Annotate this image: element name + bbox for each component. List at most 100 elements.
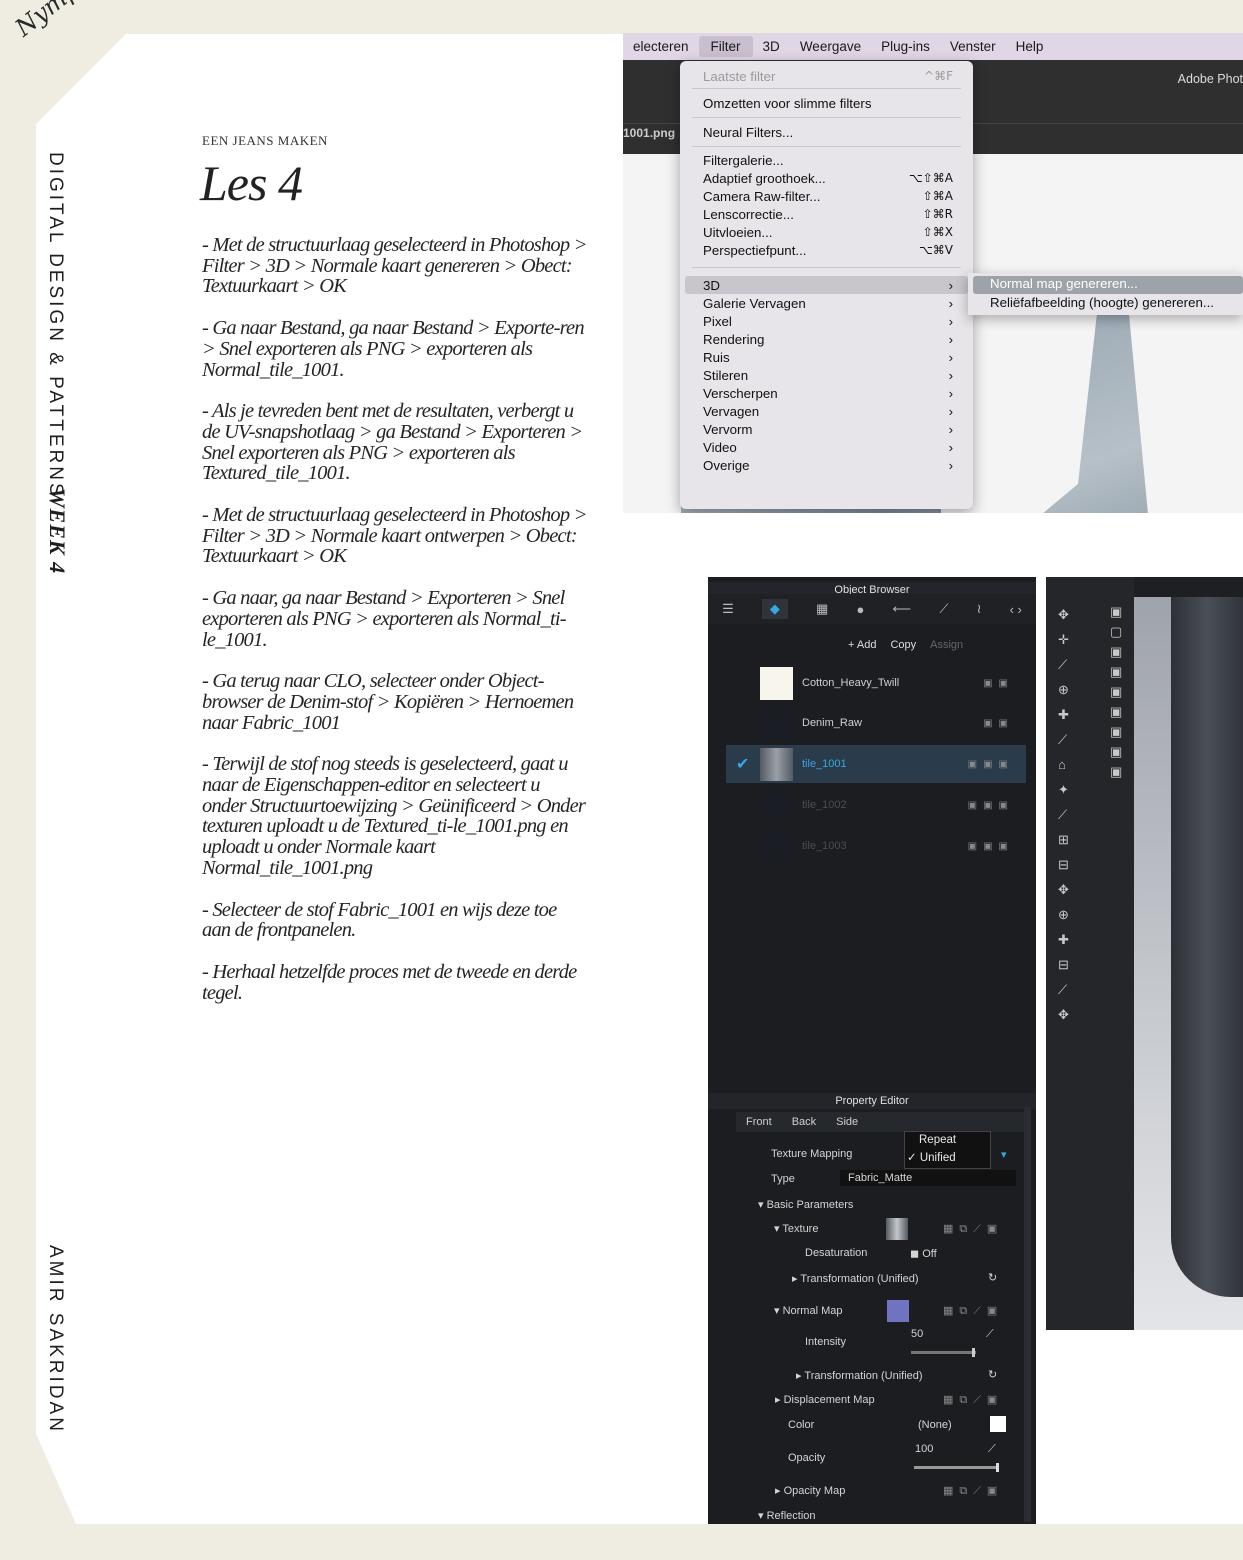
displacement-map-section[interactable]: ▸ Displacement Map	[775, 1393, 875, 1406]
3d-jeans-avatar[interactable]	[1171, 597, 1243, 1297]
tool-icons-column-1[interactable]: ✥ ✛ ⟋ ⊕ ✚ ⟋ ⌂ ✦ ⟋ ⊞ ⊟ ✥ ⊕ ✚ ⊟ ⟋ ✥	[1058, 602, 1079, 1027]
menu-item-ruis[interactable]: Ruis ›	[703, 350, 953, 365]
topstitch-icon[interactable]: ⟋	[939, 601, 948, 617]
menu-item-smart-filters[interactable]: Omzetten voor slimme filters	[703, 96, 953, 111]
pattern-icon[interactable]: ▦	[816, 601, 828, 617]
property-editor-scrollbar[interactable]	[1024, 1107, 1031, 1522]
add-button[interactable]: + Add	[848, 639, 876, 651]
intensity-slider-handle[interactable]	[972, 1348, 975, 1357]
menu-help[interactable]: Help	[1006, 39, 1054, 54]
fabric-row-icons: ▣▣▣	[967, 840, 1014, 852]
course-title: DIGITAL DESIGN & PATTERNS	[45, 152, 66, 499]
menu-item-adaptief[interactable]: Adaptief groothoek... ⌥⇧⌘A	[703, 171, 953, 186]
ps-document-tab[interactable]: 1001.png	[623, 126, 675, 140]
intensity-slider[interactable]	[911, 1351, 976, 1354]
reset-icon[interactable]: ↻	[988, 1368, 997, 1381]
type-field[interactable]: Fabric_Matte	[840, 1170, 1016, 1186]
menu-item-stileren[interactable]: Stileren ›	[703, 368, 953, 383]
menu-item-uitvloeien[interactable]: Uitvloeien... ⇧⌘X	[703, 225, 953, 240]
intensity-value[interactable]: 50	[911, 1328, 923, 1340]
color-value: (None)	[918, 1419, 952, 1431]
menu-item-3d[interactable]: 3D ›	[703, 278, 953, 293]
menu-3d[interactable]: 3D	[753, 39, 790, 54]
arrows-icon[interactable]: ‹ ›	[1010, 602, 1022, 617]
menu-filter[interactable]: Filter	[698, 36, 753, 57]
displacement-action-icons[interactable]: ▦⧉⟋▣	[943, 1393, 1003, 1407]
opacity-slider-handle[interactable]	[996, 1463, 999, 1472]
reset-icon[interactable]: ↻	[988, 1271, 997, 1284]
pin-icon[interactable]: ⟋	[988, 1443, 996, 1456]
chevron-right-icon: ›	[948, 440, 953, 455]
menu-item-lenscorrectie[interactable]: Lenscorrectie... ⇧⌘R	[703, 207, 953, 222]
transformation-section-2[interactable]: ▸ Transformation (Unified)	[796, 1369, 923, 1382]
menu-item-verscherpen[interactable]: Verscherpen ›	[703, 386, 953, 401]
pin-icon[interactable]: ⟋	[986, 1328, 994, 1341]
tab-front[interactable]: Front	[746, 1112, 772, 1132]
menu-venster[interactable]: Venster	[940, 39, 1006, 54]
menu-plugins[interactable]: Plug-ins	[871, 39, 940, 54]
menu-weergave[interactable]: Weergave	[790, 39, 871, 54]
fabric-row-icons: ▣▣▣	[967, 758, 1014, 770]
menu-item-overige[interactable]: Overige ›	[703, 458, 953, 473]
menu-item-rendering[interactable]: Rendering ›	[703, 332, 953, 347]
desaturation-toggle[interactable]: ◼ Off	[910, 1247, 937, 1260]
opacity-value[interactable]: 100	[915, 1443, 933, 1455]
menu-item-shortcut: ⌥⇧⌘A	[908, 171, 953, 185]
fabric-icon[interactable]: ◆	[761, 599, 788, 619]
fabric-name: tile_1002	[802, 799, 847, 811]
transformation-section[interactable]: ▸ Transformation (Unified)	[792, 1272, 919, 1285]
menu-separator	[692, 146, 961, 147]
assign-button[interactable]: Assign	[930, 639, 963, 651]
menu-item-neural-filters[interactable]: Neural Filters...	[703, 125, 953, 140]
normal-map-action-icons[interactable]: ▦⧉⟋▣	[943, 1304, 1003, 1318]
menu-item-pixel[interactable]: Pixel ›	[703, 314, 953, 329]
denim-texture-right	[1018, 304, 1243, 513]
texture-section[interactable]: ▾ Texture	[774, 1222, 818, 1235]
texture-thumbnail[interactable]	[886, 1218, 908, 1240]
chevron-right-icon: ›	[948, 368, 953, 383]
menu-item-video[interactable]: Video ›	[703, 440, 953, 455]
list-icon[interactable]: ☰	[722, 601, 734, 617]
tab-back[interactable]: Back	[792, 1112, 816, 1132]
tab-side[interactable]: Side	[836, 1112, 858, 1132]
fabric-row[interactable]: Denim_Raw ▣▣	[726, 704, 1026, 742]
menu-item-vervorm[interactable]: Vervorm ›	[703, 422, 953, 437]
menu-item-shortcut: ⇧⌘R	[922, 207, 953, 221]
menu-selecteren[interactable]: electeren	[623, 39, 699, 54]
texture-mapping-dropdown[interactable]: Repeat ✓ Unified	[904, 1131, 991, 1169]
menu-item-camera-raw[interactable]: Camera Raw-filter... ⇧⌘A	[703, 189, 953, 204]
submenu-item-reliefafbeelding[interactable]: Reliëfafbeelding (hoogte) genereren...	[990, 295, 1214, 310]
fabric-row[interactable]: tile_1003 ▣▣▣	[726, 827, 1026, 865]
basic-parameters-section[interactable]: ▾ Basic Parameters	[758, 1198, 853, 1211]
submenu-3d: Normal map genereren... Reliëfafbeelding…	[968, 273, 1243, 315]
submenu-item-normal-map[interactable]: Normal map genereren...	[973, 276, 1243, 294]
tool-icons-column-2[interactable]: ▣ ▢ ▣ ▣ ▣ ▣ ▣ ▣ ▣	[1110, 602, 1122, 782]
opacity-map-action-icons[interactable]: ▦⧉⟋▣	[943, 1484, 1003, 1498]
fabric-swatch	[760, 788, 793, 822]
texture-action-icons[interactable]: ▦⧉⟋▣	[943, 1222, 1003, 1236]
fabric-row-selected[interactable]: ✔ tile_1001 ▣▣▣	[726, 745, 1026, 783]
opacity-slider[interactable]	[914, 1466, 999, 1469]
reflection-section[interactable]: ▾ Reflection	[758, 1509, 816, 1522]
fabric-row[interactable]: Cotton_Heavy_Twill ▣▣	[726, 664, 1026, 702]
color-swatch[interactable]	[990, 1416, 1006, 1432]
trim-icon[interactable]: ≀	[977, 601, 982, 617]
menu-item-galerie-vervagen[interactable]: Galerie Vervagen ›	[703, 296, 953, 311]
color-label: Color	[788, 1419, 815, 1431]
clo-3d-viewport: ✥ ✛ ⟋ ⊕ ✚ ⟋ ⌂ ✦ ⟋ ⊞ ⊟ ✥ ⊕ ✚ ⊟ ⟋ ✥ ▣ ▢ ▣ ▣ ▣ ▣ ▣ ▣ ▣	[1046, 577, 1243, 1330]
menu-item-label: Laatste filter	[703, 69, 776, 84]
normal-map-section[interactable]: ▾ Normal Map	[774, 1304, 842, 1317]
normal-map-thumbnail[interactable]	[887, 1300, 909, 1322]
zipper-icon[interactable]: ⟵	[893, 601, 912, 617]
button-icon[interactable]: ●	[857, 602, 865, 617]
dropdown-arrow-icon[interactable]: ▾	[1001, 1148, 1007, 1161]
copy-button[interactable]: Copy	[890, 639, 916, 651]
menu-item-vervagen[interactable]: Vervagen ›	[703, 404, 953, 419]
opacity-map-section[interactable]: ▸ Opacity Map	[775, 1484, 845, 1497]
menu-item-perspectiefpunt[interactable]: Perspectiefpunt... ⌥⌘V	[703, 243, 953, 258]
dropdown-option-unified[interactable]: ✓ Unified	[907, 1150, 956, 1164]
dropdown-option-repeat[interactable]: Repeat	[919, 1134, 956, 1146]
triangle-down-icon: ▾	[774, 1305, 783, 1317]
fabric-row[interactable]: tile_1002 ▣▣▣	[726, 786, 1026, 824]
menu-item-filtergalerie[interactable]: Filtergalerie...	[703, 153, 953, 168]
